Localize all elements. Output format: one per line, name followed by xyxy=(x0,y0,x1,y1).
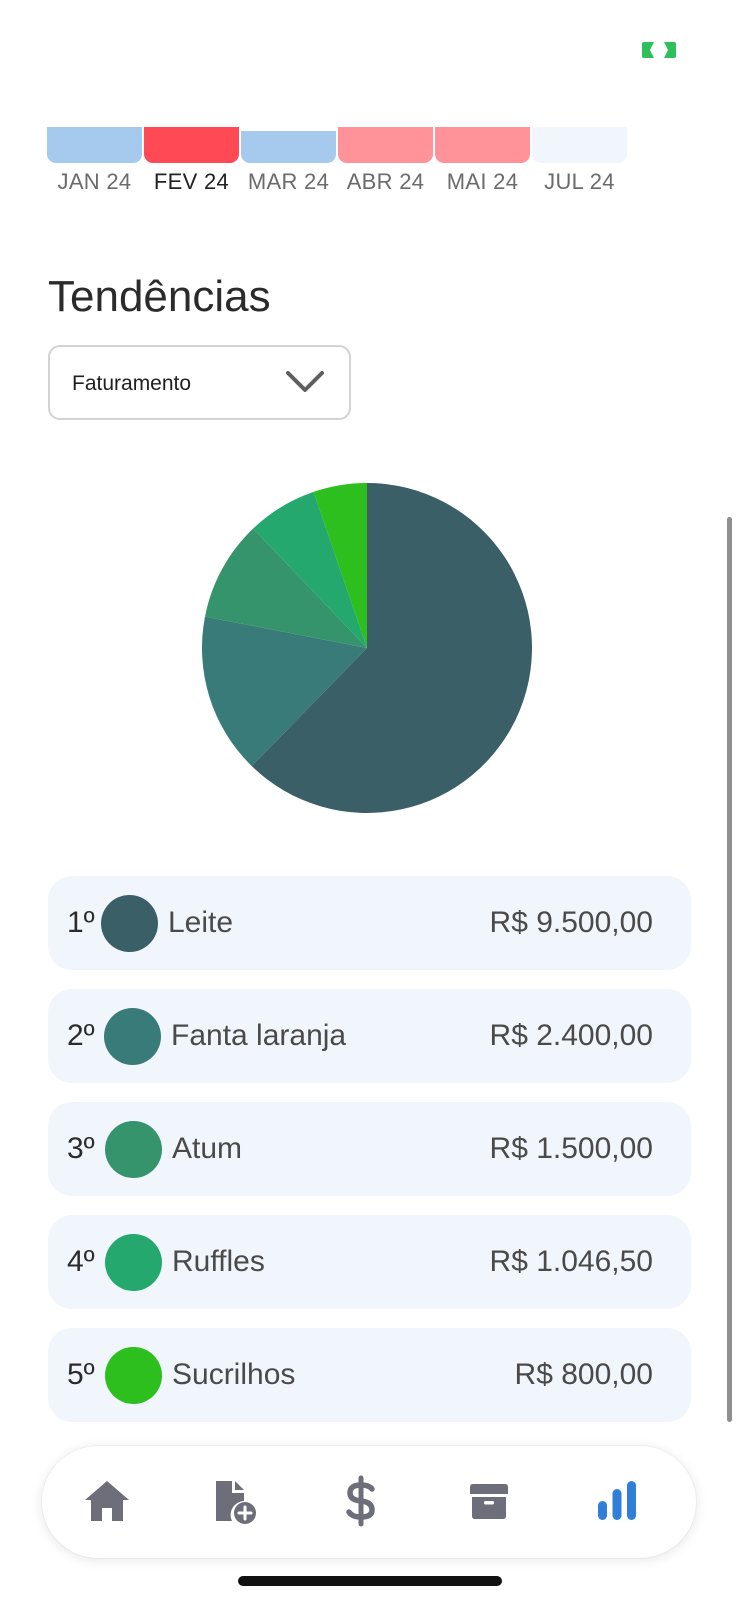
month-bar xyxy=(338,127,433,163)
rank-product-name: Sucrilhos xyxy=(172,1358,296,1391)
rank-color-dot xyxy=(101,895,158,952)
rank-value: R$ 1.046,50 xyxy=(489,1245,653,1278)
rank-product-name: Fanta laranja xyxy=(171,1019,347,1052)
ranking-row[interactable]: 4º Ruffles R$ 1.046,50 xyxy=(48,1215,691,1309)
rank-position: 5º xyxy=(67,1358,95,1391)
rank-color-dot xyxy=(104,1008,161,1065)
month-bar xyxy=(241,131,336,163)
month-bar xyxy=(532,127,627,163)
rank-product-name: Ruffles xyxy=(172,1245,265,1278)
section-title: Tendências xyxy=(48,272,271,321)
metric-dropdown[interactable]: Faturamento xyxy=(48,345,351,420)
month-bar xyxy=(144,127,239,163)
tab-finance[interactable] xyxy=(326,1466,396,1536)
rank-position: 3º xyxy=(67,1132,95,1165)
rank-position: 4º xyxy=(67,1245,95,1278)
rank-product-name: Leite xyxy=(168,906,234,939)
battery-charging-icon xyxy=(640,40,678,60)
tab-bar xyxy=(42,1446,696,1558)
rank-color-dot xyxy=(105,1121,162,1178)
bar-chart-icon xyxy=(598,1481,636,1520)
rank-color-dot xyxy=(105,1234,162,1291)
rank-value: R$ 9.500,00 xyxy=(489,906,653,939)
ranking-row[interactable]: 5º Sucrilhos R$ 800,00 xyxy=(48,1328,691,1422)
ranking-row[interactable]: 3º Atum R$ 1.500,00 xyxy=(48,1102,691,1196)
rank-product-name: Atum xyxy=(172,1132,243,1165)
dropdown-value: Faturamento xyxy=(72,372,192,395)
rank-color-dot xyxy=(105,1347,162,1404)
ranking-row[interactable]: 2º Fanta laranja R$ 2.400,00 xyxy=(48,989,691,1083)
chevron-down-icon xyxy=(285,369,325,395)
rank-position: 2º xyxy=(67,1019,95,1052)
box-icon xyxy=(470,1484,508,1519)
ranking-row[interactable]: 1º Leite R$ 9.500,00 xyxy=(48,876,691,970)
tab-new-document[interactable] xyxy=(199,1466,269,1536)
rank-position: 1º xyxy=(67,906,95,939)
rank-value: R$ 1.500,00 xyxy=(489,1132,653,1165)
home-icon xyxy=(85,1481,129,1521)
tab-home[interactable] xyxy=(72,1466,142,1536)
pie-chart xyxy=(201,483,532,813)
scrollbar[interactable] xyxy=(727,517,732,1422)
rank-value: R$ 2.400,00 xyxy=(489,1019,653,1052)
month-bars: JAN 24 FEV 24 MAR 24 ABR 24 MAI 24 JUL 24 xyxy=(47,127,636,197)
rank-value: R$ 800,00 xyxy=(514,1358,653,1391)
month-bar xyxy=(47,127,142,163)
dollar-icon xyxy=(346,1475,375,1527)
tab-reports[interactable] xyxy=(582,1466,652,1536)
home-indicator xyxy=(238,1576,502,1586)
tab-products[interactable] xyxy=(454,1466,524,1536)
document-add-icon xyxy=(216,1481,256,1524)
month-label: JUL 24 xyxy=(544,169,615,194)
month-bar xyxy=(435,127,530,163)
